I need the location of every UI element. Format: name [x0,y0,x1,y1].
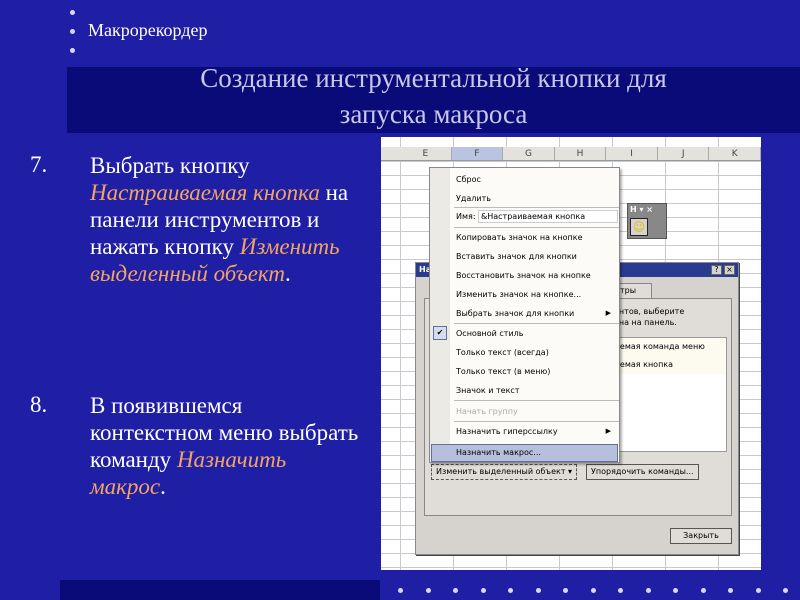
context-menu: Сброс Удалить Имя: &Настраиваемая кнопка… [429,167,620,463]
excel-screenshot: E F G H I J K Н ▾ × ☺ На ? × тры ентов, … [381,137,761,570]
menu-item-text-only-always[interactable]: Только текст (всегда) [456,347,549,359]
column-header[interactable]: H [555,147,607,160]
title-line: запуска макроса [339,99,528,129]
tab-options[interactable]: тры [616,283,652,298]
divider [454,207,619,208]
bullet-dot [70,48,75,53]
bullet-dot [783,588,788,593]
menu-item-reset[interactable]: Сброс [456,174,481,186]
column-header[interactable]: K [709,147,761,160]
menu-item-begin-group: Начать группу [456,407,518,416]
bullet-dot [645,588,651,593]
close-icon[interactable]: × [724,265,735,275]
slide-topic: Макрорекордер [88,20,208,40]
menu-icon-strip [430,168,450,462]
divider [454,421,619,422]
slide-title: Создание инструментальной кнопки для запу… [67,60,800,132]
emphasis: Настраиваемая кнопка [90,180,320,205]
bullet-dot [618,588,623,593]
list-item[interactable]: аемая кнопка [613,356,726,374]
bullet-dot [453,588,458,593]
help-button[interactable]: ? [711,265,722,275]
column-header[interactable]: I [606,147,658,160]
bullet-dot [70,29,75,34]
commands-list[interactable]: аемая команда меню аемая кнопка [612,337,727,452]
bullet-dot [700,588,706,593]
menu-item-assign-macro[interactable]: Назначить макрос... [456,447,541,459]
rearrange-commands-button[interactable]: Упорядочить команды... [586,464,699,480]
bottom-band [60,580,380,600]
menu-item-text-only-menu[interactable]: Только текст (в меню) [456,366,550,378]
text: . [284,261,291,286]
smiley-icon[interactable]: ☺ [630,218,648,236]
step-number: 8. [30,392,48,417]
column-header[interactable]: F [451,147,504,160]
step-text: В появившемся контекстном меню выбрать к… [90,392,360,500]
column-header[interactable]: E [400,147,452,160]
divider [454,400,619,401]
submenu-arrow-icon: ▶ [605,427,611,435]
divider [454,227,619,228]
bullet-dot [398,588,403,593]
hint-line: ентов, выберите [614,307,685,316]
menu-item-edit-icon[interactable]: Изменить значок на кнопке... [456,289,581,301]
step-number: 7. [30,152,48,177]
bullet-dot [563,588,568,593]
text: . [160,474,166,499]
menu-item-default-style[interactable]: Основной стиль [456,328,524,340]
bullet-dot [755,588,761,593]
hint-line: кна на панель. [614,318,677,327]
bullet-dot [480,588,486,593]
text: Выбрать кнопку [90,153,250,178]
bullet-dot [425,588,431,593]
menu-item-hyperlink[interactable]: Назначить гиперссылку [456,426,558,438]
hint-text: ентов, выберите кна на панель. [614,306,684,328]
custom-toolbar: Н ▾ × ☺ [627,203,667,239]
bullet-dot [590,588,596,593]
bullet-dot [535,588,541,593]
toolbar-title[interactable]: Н ▾ × [628,204,666,216]
menu-item-copy-icon[interactable]: Копировать значок на кнопке [456,232,583,244]
modify-selection-button[interactable]: Изменить выделенный объект ▾ [431,464,578,480]
menu-item-paste-icon[interactable]: Вставить значок для кнопки [456,251,577,263]
bullet-dot [508,588,513,593]
title-line: Создание инструментальной кнопки для [200,63,667,93]
column-header[interactable]: J [658,147,710,160]
name-label: Имя: [456,212,476,221]
close-button[interactable]: Закрыть [670,528,732,544]
step-text: Выбрать кнопку Настраиваемая кнопка на п… [90,152,375,287]
list-item[interactable]: аемая команда меню [613,338,726,356]
menu-item-reset-icon[interactable]: Восстановить значок на кнопке [456,270,591,282]
bullet-dot [70,10,75,15]
menu-item-delete[interactable]: Удалить [456,193,491,205]
column-headers: E F G H I J K [381,147,761,161]
checkmark-icon: ✔ [433,326,447,340]
submenu-arrow-icon: ▶ [605,309,611,317]
divider [454,323,619,324]
bullet-dot [673,588,678,593]
bullet-dot [728,588,733,593]
menu-item-change-icon[interactable]: Выбрать значок для кнопки [456,308,574,320]
menu-item-icon-and-text[interactable]: Значок и текст [456,385,519,397]
name-input[interactable]: &Настраиваемая кнопка [478,210,618,223]
column-header[interactable]: G [503,147,555,160]
